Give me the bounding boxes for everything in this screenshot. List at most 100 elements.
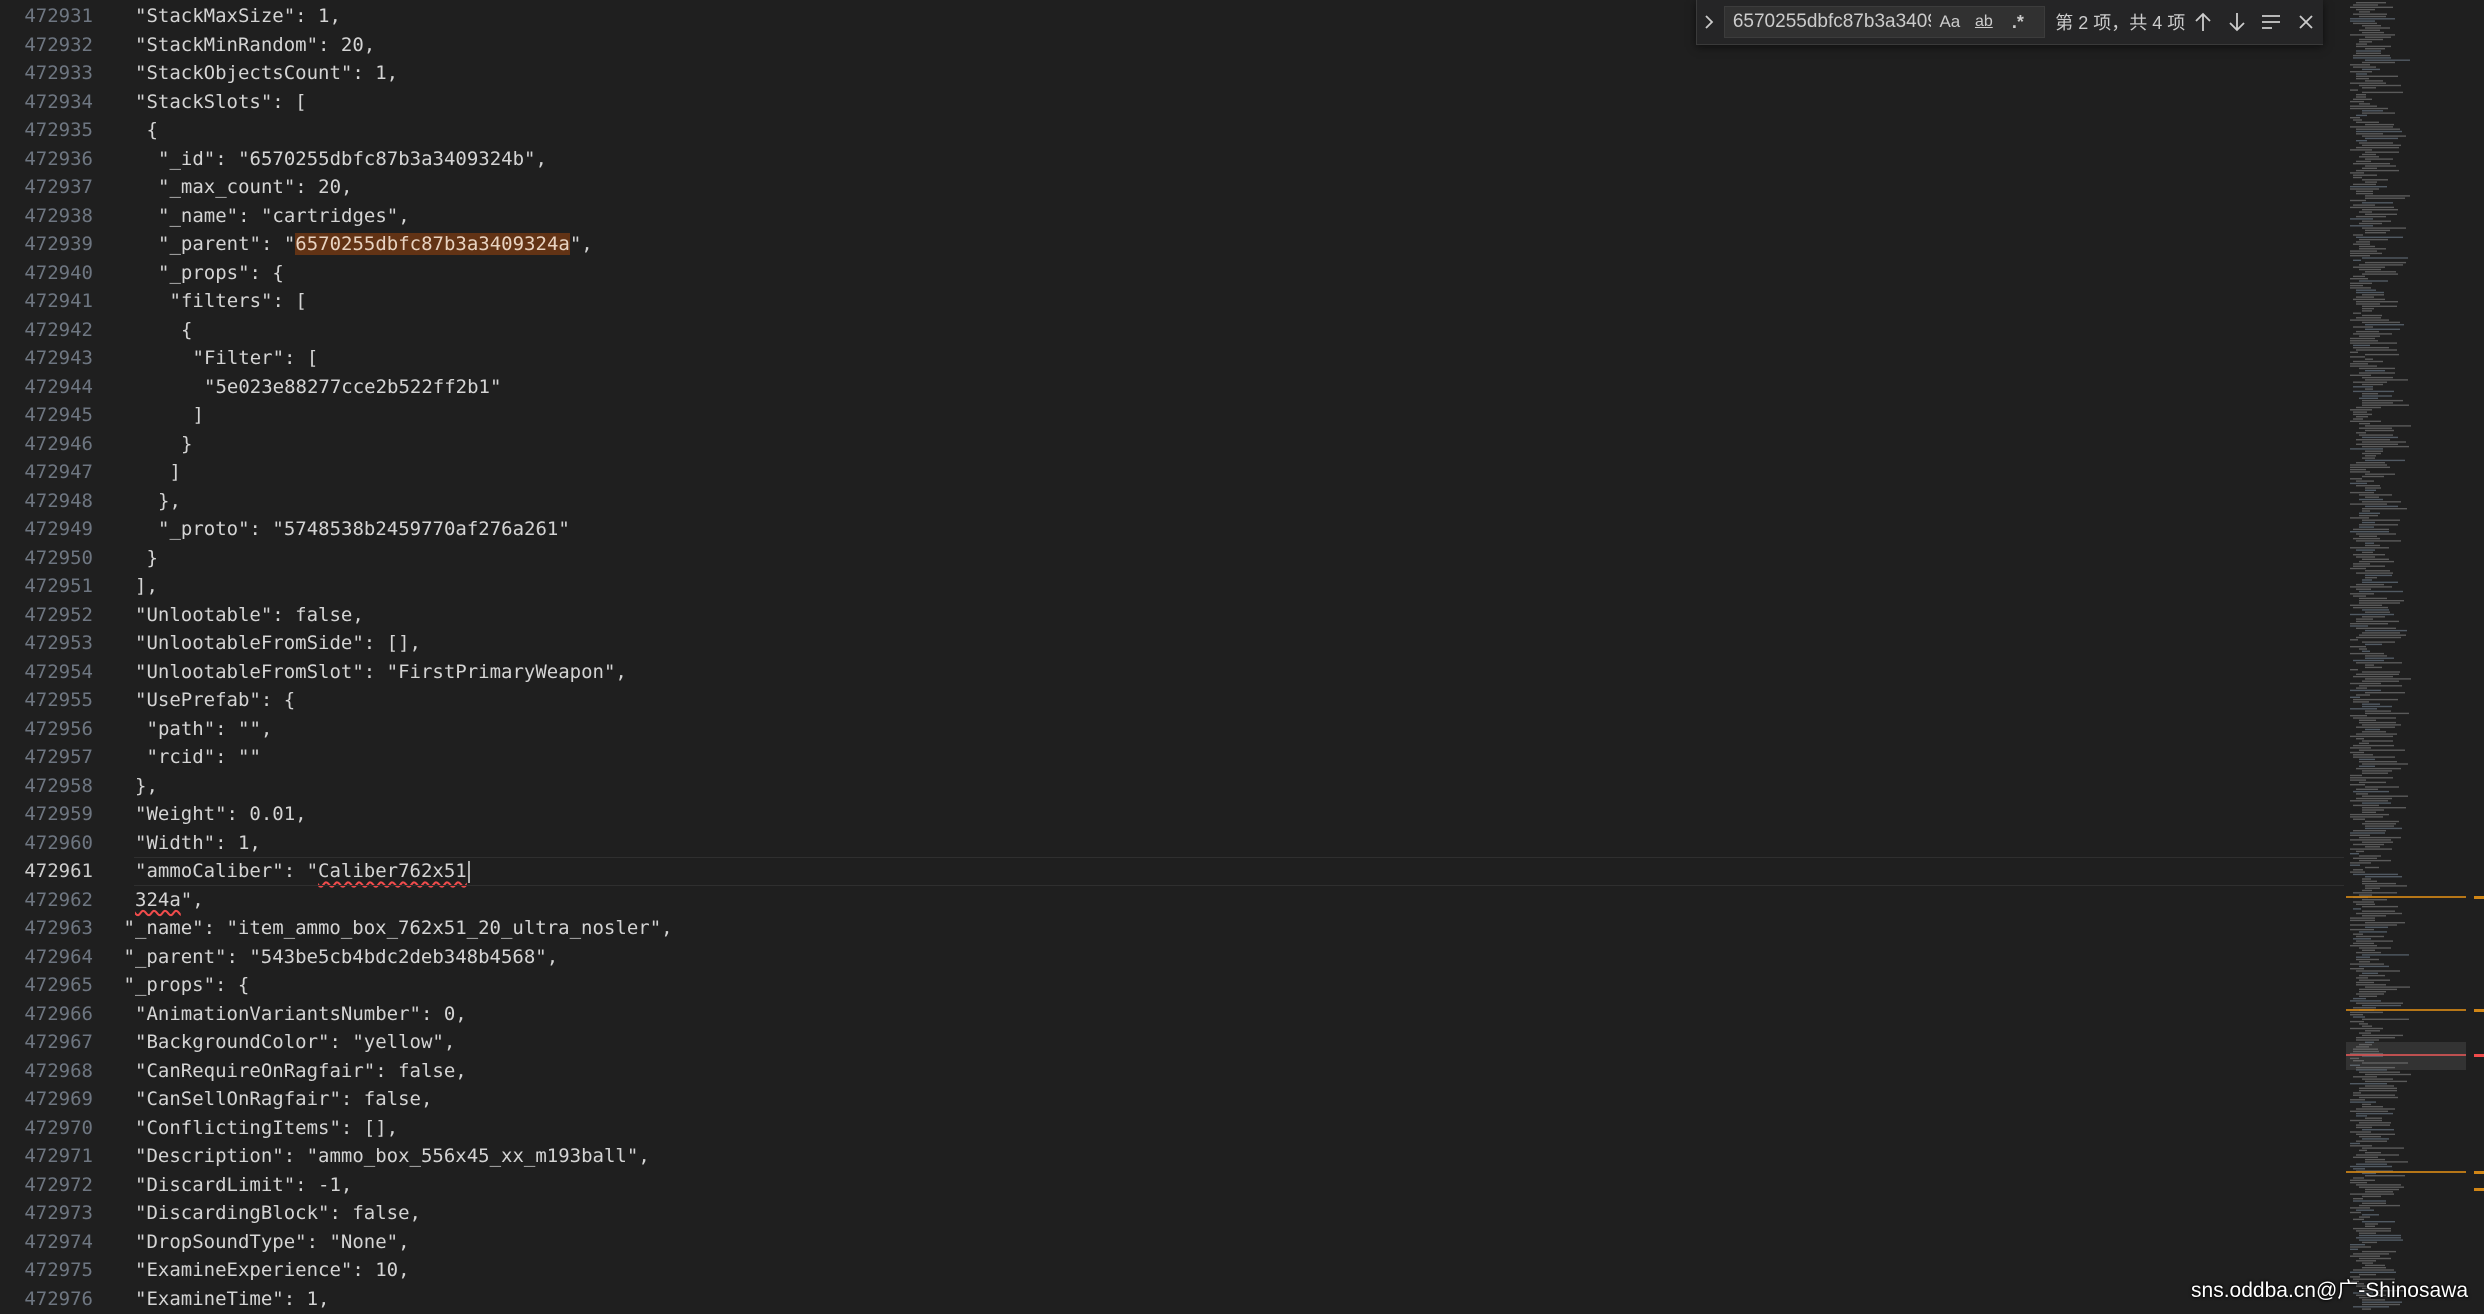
code-line[interactable]: 472942 { [0, 316, 2346, 345]
code-line[interactable]: 472940 "_props": { [0, 259, 2346, 288]
code-line[interactable]: 472970 "ConflictingItems": [], [0, 1114, 2346, 1143]
code-line[interactable]: 472947] [0, 458, 2346, 487]
find-input-box: Aa ab .* [1723, 6, 2046, 38]
code-segment: "ExamineExperience": 10, [135, 1259, 410, 1281]
code-line[interactable]: 472943 "Filter": [ [0, 344, 2346, 373]
code-line[interactable]: 472934 "StackSlots": [ [0, 88, 2346, 117]
line-number: 472971 [24, 1145, 93, 1167]
code-line[interactable]: 472939 "_parent": "6570255dbfc87b3a340932… [0, 230, 2346, 259]
line-number: 472934 [24, 90, 93, 113]
code-line[interactable]: 472959 "Weight": 0.01, [0, 800, 2346, 829]
code-line[interactable]: 472937 "_max_count": 20, [0, 173, 2346, 202]
code-editor[interactable]: 472931 "StackMaxSize": 1, 472932 "StackMinR… [0, 0, 2346, 1314]
toggle-replace-button[interactable] [1697, 0, 1722, 44]
code-segment: "_max_count": 20, [158, 176, 353, 198]
code-segment: "StackSlots": [ [135, 90, 307, 113]
code-line[interactable]: 472962 324a", [0, 886, 2346, 915]
code-line[interactable]: 472967 "BackgroundColor": "yellow", [0, 1028, 2346, 1057]
code-text: "Width": 1, [135, 829, 261, 858]
minimap-code-preview [2346, 2, 2466, 1310]
code-line[interactable]: 472953 "UnlootableFromSide": [], [0, 629, 2346, 658]
code-segment: "path": "", [146, 717, 273, 740]
code-line[interactable]: 472968 "CanRequireOnRagfair": false, [0, 1057, 2346, 1086]
code-line[interactable]: 472960 "Width": 1, [0, 829, 2346, 858]
code-line[interactable]: 472951], [0, 572, 2346, 601]
code-segment: ] [169, 461, 181, 483]
code-line[interactable]: 472961 "ammoCaliber": "Caliber762x51 [0, 857, 2346, 886]
code-text: "_id": "6570255dbfc87b3a3409324b", [158, 145, 547, 174]
line-number: 472964 [24, 945, 93, 968]
code-text: "Weight": 0.01, [135, 800, 307, 829]
code-line[interactable]: 472952 "Unlootable": false, [0, 601, 2346, 630]
code-line[interactable]: 472949 "_proto": "5748538b2459770af276a26… [0, 515, 2346, 544]
code-line[interactable]: 472958}, [0, 772, 2346, 801]
code-line[interactable]: 472965 "_props": { [0, 971, 2346, 1000]
code-line[interactable]: 472955 "UsePrefab": { [0, 686, 2346, 715]
code-segment: "5e023e88277cce2b522ff2b1" [204, 375, 502, 398]
code-line[interactable]: 472946} [0, 430, 2346, 459]
scrollbar-decorations[interactable] [2470, 0, 2484, 1314]
code-line[interactable]: 472935 { [0, 116, 2346, 145]
code-line[interactable]: 472948}, [0, 487, 2346, 516]
code-line[interactable]: 472971 "Description": "ammo_box_556x45_xx… [0, 1142, 2346, 1171]
code-line[interactable]: 472950} [0, 544, 2346, 573]
code-segment: "StackObjectsCount": 1, [135, 62, 399, 84]
code-line[interactable]: 472976 "ExamineTime": 1, [0, 1285, 2346, 1314]
code-text: "StackMaxSize": 1, [135, 2, 341, 31]
previous-match-button[interactable] [2185, 4, 2219, 40]
code-line[interactable]: 472954 "UnlootableFromSlot": "FirstPrimar… [0, 658, 2346, 687]
scrollbar-match-mark [2474, 1188, 2484, 1191]
watermark: sns.oddba.cn@广-Shinosawa [2191, 1279, 2468, 1302]
code-text: ], [135, 572, 158, 601]
match-count: 第 2 项，共 4 项 [2055, 13, 2186, 33]
code-line[interactable]: 472975 "ExamineExperience": 10, [0, 1256, 2346, 1285]
code-segment: { [146, 119, 158, 141]
text-cursor [467, 860, 470, 883]
code-line[interactable]: 472944 "5e023e88277cce2b522ff2b1" [0, 373, 2346, 402]
match-case-button[interactable]: Aa [1933, 8, 1967, 36]
code-text: ] [193, 401, 204, 430]
line-number: 472938 [24, 204, 93, 227]
code-segment: "_props": { [123, 974, 250, 996]
find-input[interactable] [1724, 7, 1933, 37]
code-text: "ConflictingItems": [], [135, 1114, 398, 1143]
line-number: 472963 [24, 917, 93, 939]
code-segment: "filters": [ [169, 290, 307, 312]
line-number: 472962 [24, 888, 93, 911]
code-segment: ", [180, 888, 204, 911]
next-match-button[interactable] [2220, 4, 2254, 40]
find-in-selection-button[interactable] [2254, 4, 2288, 40]
code-line[interactable]: 472933 "StackObjectsCount": 1, [0, 59, 2346, 88]
code-segment: "rcid": "" [146, 746, 261, 768]
whole-word-button[interactable]: ab [1967, 8, 2001, 36]
code-line[interactable]: 472945] [0, 401, 2346, 430]
line-number: 472947 [24, 461, 93, 483]
minimap-slider[interactable] [2346, 1042, 2466, 1070]
scrollbar-match-mark [2474, 1009, 2484, 1012]
code-text: "_parent": "6570255dbfc87b3a3409324a", [158, 230, 593, 259]
code-segment: "AnimationVariantsNumber": 0, [135, 1002, 467, 1025]
line-number: 472939 [24, 233, 93, 255]
close-find-button[interactable] [2289, 4, 2323, 40]
code-text: "UnlootableFromSlot": "FirstPrimaryWeapo… [135, 658, 627, 687]
code-line[interactable]: 472938 "_name": "cartridges", [0, 202, 2346, 231]
minimap[interactable] [2346, 0, 2484, 1314]
regex-button[interactable]: .* [2001, 8, 2035, 36]
code-segment: "_props": { [158, 261, 284, 284]
code-line[interactable]: 472974 "DropSoundType": "None", [0, 1228, 2346, 1257]
code-line[interactable]: 472969 "CanSellOnRagfair": false, [0, 1085, 2346, 1114]
scrollbar-match-mark [2474, 896, 2484, 899]
line-number: 472959 [24, 803, 93, 825]
code-text: "StackObjectsCount": 1, [135, 59, 398, 88]
code-line[interactable]: 472936 "_id": "6570255dbfc87b3a3409324b", [0, 145, 2346, 174]
code-line[interactable]: 472972 "DiscardLimit": -1, [0, 1171, 2346, 1200]
line-number: 472946 [24, 432, 93, 455]
code-line[interactable]: 472963 "_name": "item_ammo_box_762x51_20_… [0, 914, 2346, 943]
code-line[interactable]: 472966 "AnimationVariantsNumber": 0, [0, 1000, 2346, 1029]
code-line[interactable]: 472973 "DiscardingBlock": false, [0, 1199, 2346, 1228]
code-line[interactable]: 472957 "rcid": "" [0, 743, 2346, 772]
code-line[interactable]: 472964 "_parent": "543be5cb4bdc2deb348b45… [0, 943, 2346, 972]
code-line[interactable]: 472941 "filters": [ [0, 287, 2346, 316]
code-text: "UsePrefab": { [135, 686, 295, 715]
code-line[interactable]: 472956 "path": "", [0, 715, 2346, 744]
